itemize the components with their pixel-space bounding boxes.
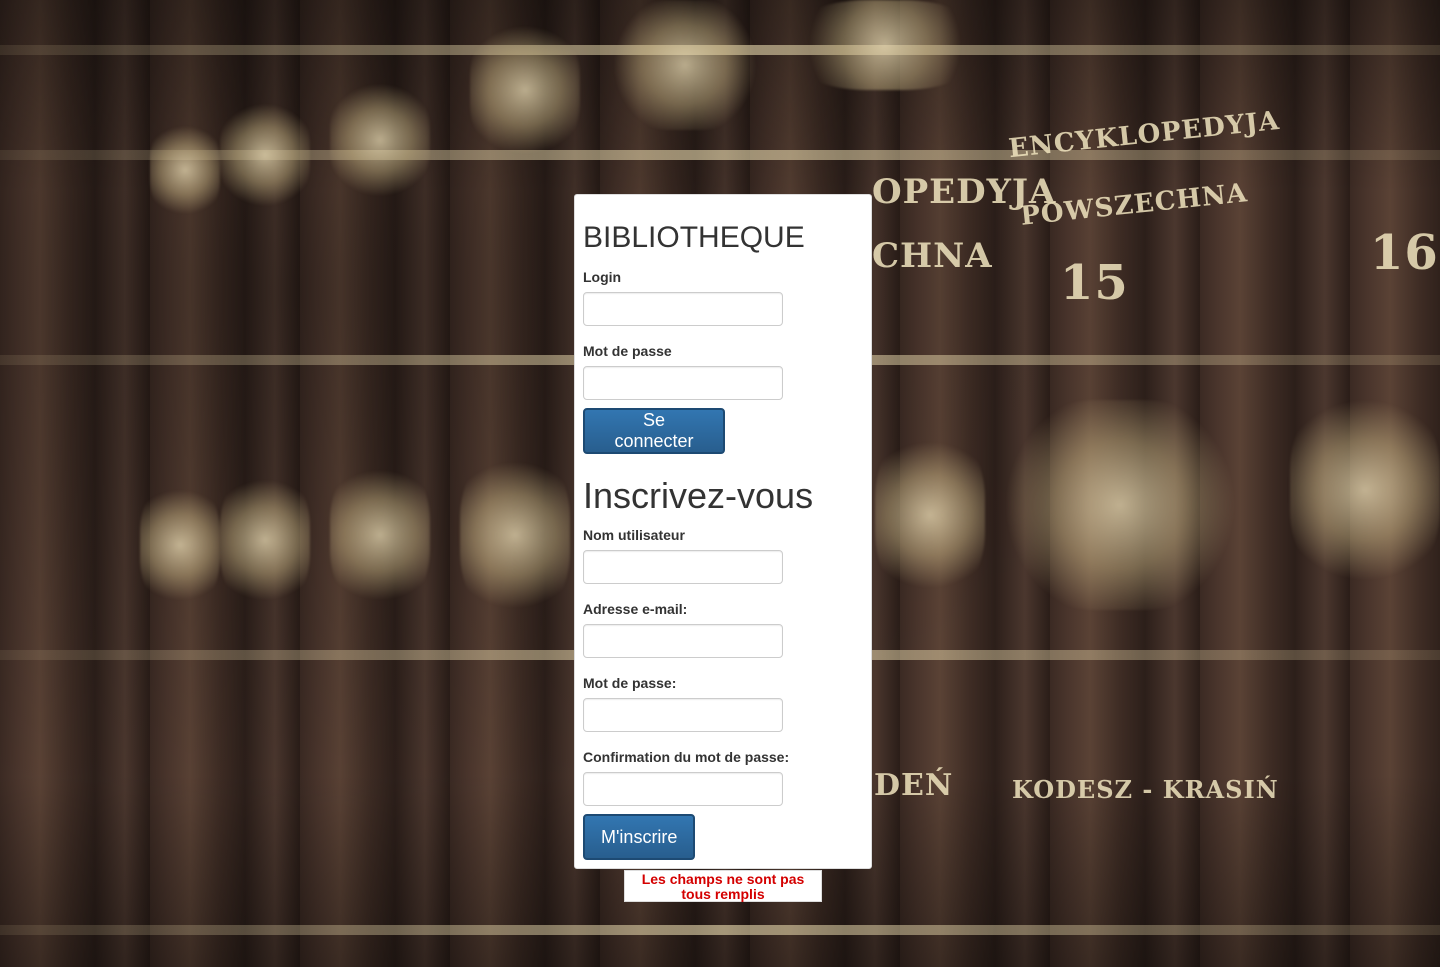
spine-text: 15 [1060, 255, 1129, 311]
confirm-password-input[interactable] [583, 772, 783, 806]
password-label: Mot de passe [583, 343, 672, 359]
ornament-decoration [1000, 400, 1240, 610]
spine-gold-band [0, 925, 1440, 935]
email-input[interactable] [583, 624, 783, 658]
username-input[interactable] [583, 550, 783, 584]
ornament-decoration [460, 450, 570, 620]
login-input[interactable] [583, 292, 783, 326]
ornament-decoration [875, 430, 985, 600]
register-button[interactable]: M'inscrire [583, 814, 695, 860]
register-password-input[interactable] [583, 698, 783, 732]
spine-text: OPEDYJA [872, 172, 1057, 212]
ornament-decoration [470, 20, 580, 160]
ornament-decoration [140, 480, 220, 610]
login-button[interactable]: Se connecter [583, 408, 725, 454]
spine-text: DEŃ [874, 768, 954, 803]
ornament-decoration [220, 100, 310, 210]
ornament-decoration [330, 460, 430, 610]
ornament-decoration [1290, 390, 1440, 590]
register-password-label: Mot de passe: [583, 675, 677, 691]
spine-text: KODESZ - KRASIŃ [1012, 775, 1279, 804]
password-input[interactable] [583, 366, 783, 400]
spine-text: 16 [1370, 225, 1439, 281]
login-label: Login [583, 269, 622, 285]
page-title: BIBLIOTHEQUE [583, 221, 805, 254]
ornament-decoration [150, 120, 220, 220]
ornament-decoration [220, 470, 310, 610]
error-message: Les champs ne sont pas tous remplis [624, 870, 822, 902]
auth-card: BIBLIOTHEQUE Login Mot de passe Se conne… [574, 194, 872, 869]
ornament-decoration [330, 80, 430, 200]
spine-text: CHNA [872, 236, 993, 276]
ornament-decoration [610, 0, 760, 130]
username-label: Nom utilisateur [583, 527, 685, 543]
register-title: Inscrivez-vous [583, 475, 814, 516]
ornament-decoration [790, 0, 980, 90]
confirm-password-label: Confirmation du mot de passe: [583, 749, 790, 765]
email-label: Adresse e-mail: [583, 601, 688, 617]
